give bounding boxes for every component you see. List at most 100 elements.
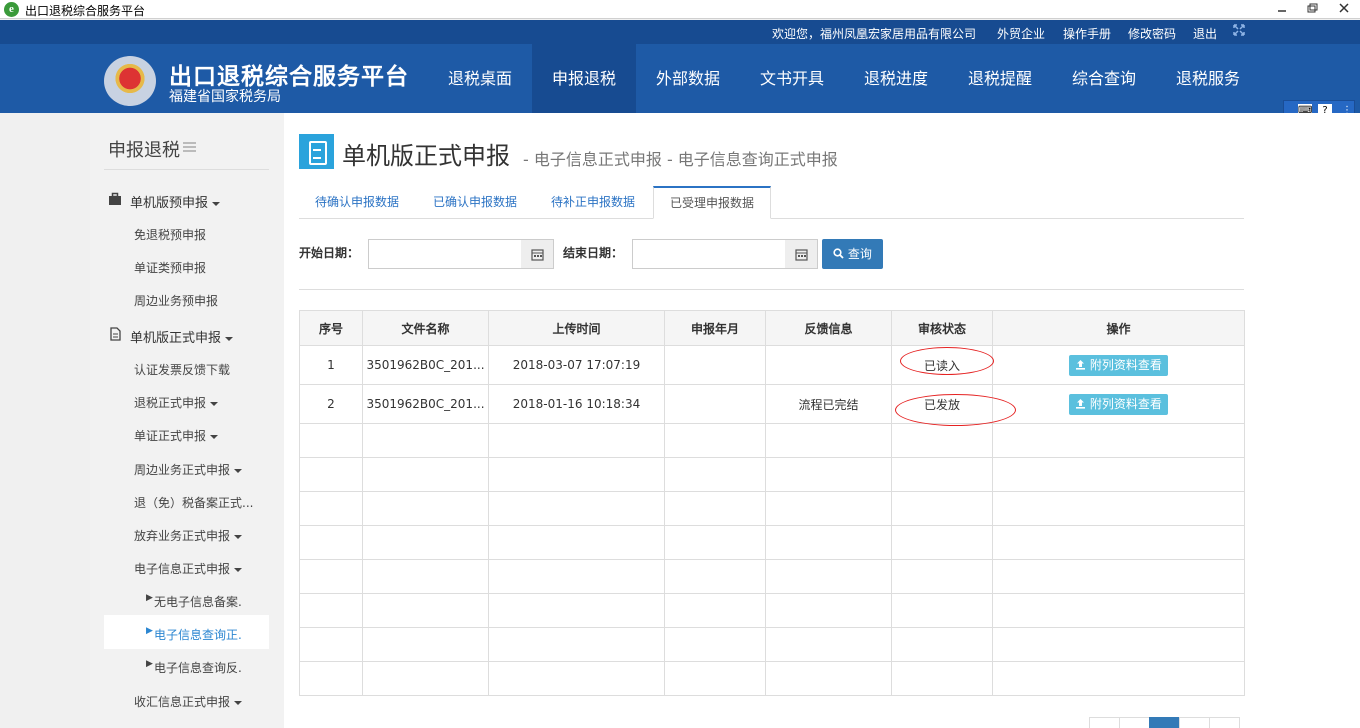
hamburger-icon[interactable] — [183, 142, 196, 152]
sidebar-item-label: 退税正式申报 — [134, 396, 207, 410]
sidebar-subitem-label: 无电子信息备案. — [154, 595, 242, 609]
sidebar-group-label: 单机版预申报 — [130, 196, 209, 211]
sidebar-subitem[interactable]: ▶ 电子信息查询反. — [90, 652, 284, 678]
page-button[interactable] — [1209, 717, 1240, 728]
tab-bar: 待确认申报数据 已确认申报数据 待补正申报数据 已受理申报数据 — [299, 186, 1244, 219]
link-logout[interactable]: 退出 — [1193, 25, 1217, 42]
view-attachments-button[interactable]: 附列资料查看 — [1069, 393, 1168, 415]
caret-down-icon — [234, 700, 243, 705]
table-header-row: 序号 文件名称 上传时间 申报年月 反馈信息 审核状态 操作 — [299, 310, 1245, 346]
sidebar-subitem-active[interactable]: ▶ 电子信息查询正. — [104, 615, 269, 649]
window-title: 出口退税综合服务平台 — [25, 4, 146, 18]
caret-down-icon — [234, 534, 243, 539]
sidebar-item[interactable]: 周边业务预申报 — [90, 285, 284, 311]
col-header-status: 审核状态 — [891, 310, 993, 346]
sidebar-item-label: 收汇信息正式申报 — [134, 695, 231, 709]
restore-icon — [1307, 3, 1317, 13]
col-header-feedback: 反馈信息 — [765, 310, 892, 346]
table-row: 1 3501962B0C_201... 2018-03-07 17:07:19 … — [299, 345, 1245, 385]
sidebar-item[interactable]: 周边业务正式申报 — [90, 454, 284, 480]
caret-right-icon: ▶ — [146, 593, 153, 603]
document-icon — [110, 327, 121, 341]
col-header-upload-time: 上传时间 — [488, 310, 665, 346]
sidebar-item-label: 退（免）税备案正式... — [134, 496, 254, 510]
link-foreign-trade[interactable]: 外贸企业 — [997, 25, 1045, 42]
cell-month — [664, 384, 766, 424]
caret-down-icon — [212, 201, 221, 206]
cell-no: 1 — [299, 345, 363, 385]
caret-down-icon — [225, 336, 234, 341]
nav-item-external-data[interactable]: 外部数据 — [636, 44, 740, 113]
minimize-icon — [1278, 10, 1286, 12]
close-window-button[interactable] — [1328, 0, 1360, 18]
sidebar-subitem[interactable]: ▶ 无电子信息备案. — [90, 586, 284, 612]
table-row-empty — [299, 559, 1245, 594]
link-change-password[interactable]: 修改密码 — [1128, 25, 1176, 42]
fullscreen-icon[interactable] — [1233, 24, 1245, 39]
tab-accepted[interactable]: 已受理申报数据 — [653, 186, 772, 219]
query-button[interactable]: 查询 — [822, 239, 883, 269]
sidebar-item[interactable]: 放弃业务正式申报 — [90, 520, 284, 546]
sidebar-subitem-label: 电子信息查询正. — [154, 628, 242, 642]
start-date-input[interactable] — [368, 239, 522, 269]
nav-item-documents[interactable]: 文书开具 — [740, 44, 844, 113]
cell-upload-time: 2018-01-16 10:18:34 — [488, 384, 665, 424]
page-button[interactable] — [1089, 717, 1120, 728]
nav-item-declare[interactable]: 申报退税 — [532, 44, 636, 113]
tab-pending-correction[interactable]: 待补正申报数据 — [535, 187, 651, 218]
caret-right-icon: ▶ — [146, 659, 153, 669]
end-date-calendar-button[interactable] — [785, 239, 818, 269]
view-attachments-button[interactable]: 附列资料查看 — [1069, 354, 1168, 376]
sidebar-subitem-label: 电子信息查询反. — [154, 661, 242, 675]
start-date-calendar-button[interactable] — [521, 239, 554, 269]
col-header-file: 文件名称 — [362, 310, 489, 346]
sidebar-item[interactable]: 退（免）税备案正式... — [90, 487, 284, 513]
nav-item-query[interactable]: 综合查询 — [1052, 44, 1156, 113]
maximize-button[interactable] — [1298, 0, 1326, 18]
cell-feedback: 流程已完结 — [765, 384, 892, 424]
sidebar-item-label: 放弃业务正式申报 — [134, 529, 231, 543]
page-button-current[interactable] — [1149, 717, 1180, 728]
breadcrumb: - 电子信息正式申报 - 电子信息查询正式申报 — [523, 150, 838, 169]
platform-subtitle: 福建省国家税务局 — [169, 89, 281, 105]
minimize-button[interactable] — [1268, 0, 1296, 18]
page-title: 单机版正式申报 — [342, 142, 510, 170]
sidebar-item[interactable]: 认证发票反馈下载 — [90, 354, 284, 380]
table-row-empty — [299, 457, 1245, 492]
sidebar-group-formal-declare[interactable]: 单机版正式申报 — [90, 322, 284, 348]
nav-item-reminder[interactable]: 退税提醒 — [948, 44, 1052, 113]
sidebar-item[interactable]: 收汇信息正式申报 — [90, 686, 284, 712]
nav-item-desktop[interactable]: 退税桌面 — [428, 44, 532, 113]
start-date-label: 开始日期： — [299, 246, 360, 260]
end-date-input[interactable] — [632, 239, 786, 269]
calendar-icon — [530, 249, 544, 261]
sidebar-item-label: 单证类预申报 — [134, 261, 207, 275]
sidebar-item[interactable]: 单证类预申报 — [90, 252, 284, 278]
page-button[interactable] — [1179, 717, 1210, 728]
col-header-no: 序号 — [299, 310, 363, 346]
view-attachments-label: 附列资料查看 — [1089, 396, 1162, 411]
browser-app-icon: e — [4, 2, 19, 17]
main-content: 单机版正式申报 - 电子信息正式申报 - 电子信息查询正式申报 待确认申报数据 … — [284, 113, 1360, 728]
view-attachments-label: 附列资料查看 — [1089, 357, 1162, 372]
sidebar-item[interactable]: 退税正式申报 — [90, 387, 284, 413]
cell-month — [664, 345, 766, 385]
nav-item-service[interactable]: 退税服务 — [1156, 44, 1260, 113]
cell-no: 2 — [299, 384, 363, 424]
sidebar-item[interactable]: 电子信息正式申报 — [90, 553, 284, 579]
nav-item-progress[interactable]: 退税进度 — [844, 44, 948, 113]
caret-down-icon — [210, 434, 219, 439]
tab-pending-confirm[interactable]: 待确认申报数据 — [299, 187, 415, 218]
end-date-label: 结束日期： — [563, 246, 624, 260]
col-header-action: 操作 — [992, 310, 1245, 346]
window-titlebar: e 出口退税综合服务平台 — [0, 0, 1360, 19]
sidebar-group-pre-declare[interactable]: 单机版预申报 — [90, 187, 284, 213]
cell-file: 3501962B0C_201... — [362, 345, 489, 385]
link-manual[interactable]: 操作手册 — [1063, 25, 1111, 42]
tab-confirmed[interactable]: 已确认申报数据 — [417, 187, 533, 218]
sidebar-item[interactable]: 单证正式申报 — [90, 420, 284, 446]
cell-action: 附列资料查看 — [992, 384, 1245, 424]
briefcase-icon — [109, 192, 121, 205]
sidebar-item[interactable]: 免退税预申报 — [90, 219, 284, 245]
page-button[interactable] — [1119, 717, 1150, 728]
